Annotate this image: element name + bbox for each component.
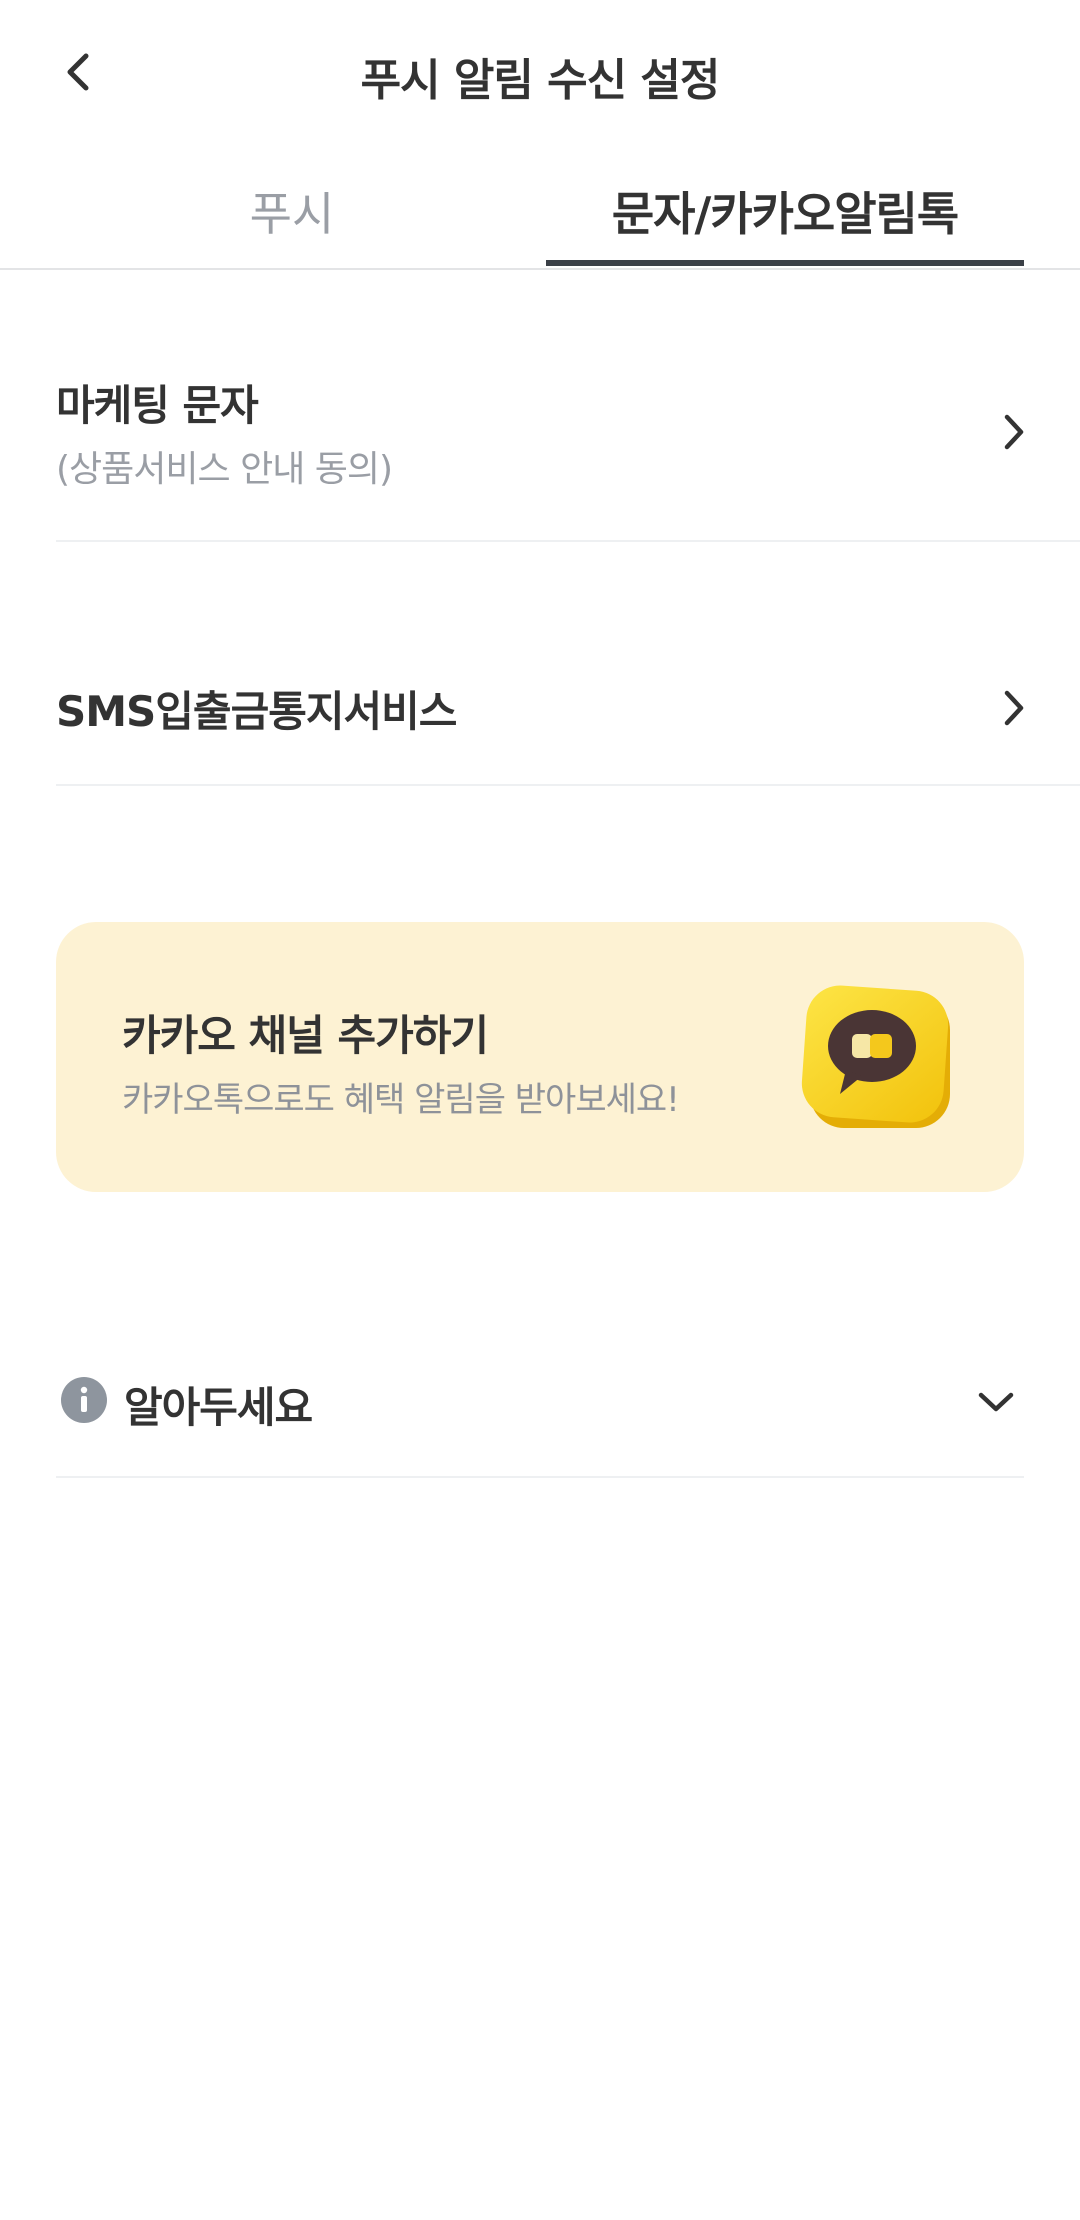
notification-settings-screen: 푸시 알림 수신 설정 푸시 문자/카카오알림톡 마케팅 문자 (상품서비스 안…	[0, 0, 1080, 2220]
info-icon	[61, 1377, 107, 1423]
kakao-channel-icon	[801, 985, 950, 1128]
marketing-sms-subtitle: (상품서비스 안내 동의)	[56, 449, 393, 490]
kakao-banner-title: 카카오 채널 추가하기	[122, 1011, 489, 1060]
kakao-banner-subtitle: 카카오톡으로도 혜택 알림을 받아보세요!	[122, 1080, 680, 1120]
active-tab-indicator	[546, 260, 1024, 266]
tab-push[interactable]: 푸시	[62, 178, 522, 266]
chevron-down-icon	[978, 1392, 1014, 1412]
page-title: 푸시 알림 수신 설정	[360, 55, 721, 106]
tab-sms-kakao[interactable]: 문자/카카오알림톡	[546, 178, 1024, 266]
marketing-sms-title: 마케팅 문자	[56, 381, 259, 430]
marketing-sms-row[interactable]: 마케팅 문자 (상품서비스 안내 동의)	[56, 268, 1080, 542]
sms-transaction-alert-title: SMS입출금통지서비스	[56, 687, 457, 736]
chevron-right-icon	[1004, 690, 1024, 726]
notice-label: 알아두세요	[124, 1383, 313, 1432]
sms-transaction-alert-row[interactable]: SMS입출금통지서비스	[56, 628, 1080, 786]
app-header: 푸시 알림 수신 설정	[0, 0, 1080, 150]
notice-accordion[interactable]: 알아두세요	[56, 1348, 1024, 1478]
chevron-right-icon	[1004, 414, 1024, 450]
kakao-channel-banner[interactable]: 카카오 채널 추가하기 카카오톡으로도 혜택 알림을 받아보세요!	[56, 922, 1024, 1192]
tab-bar: 푸시 문자/카카오알림톡	[0, 150, 1080, 270]
